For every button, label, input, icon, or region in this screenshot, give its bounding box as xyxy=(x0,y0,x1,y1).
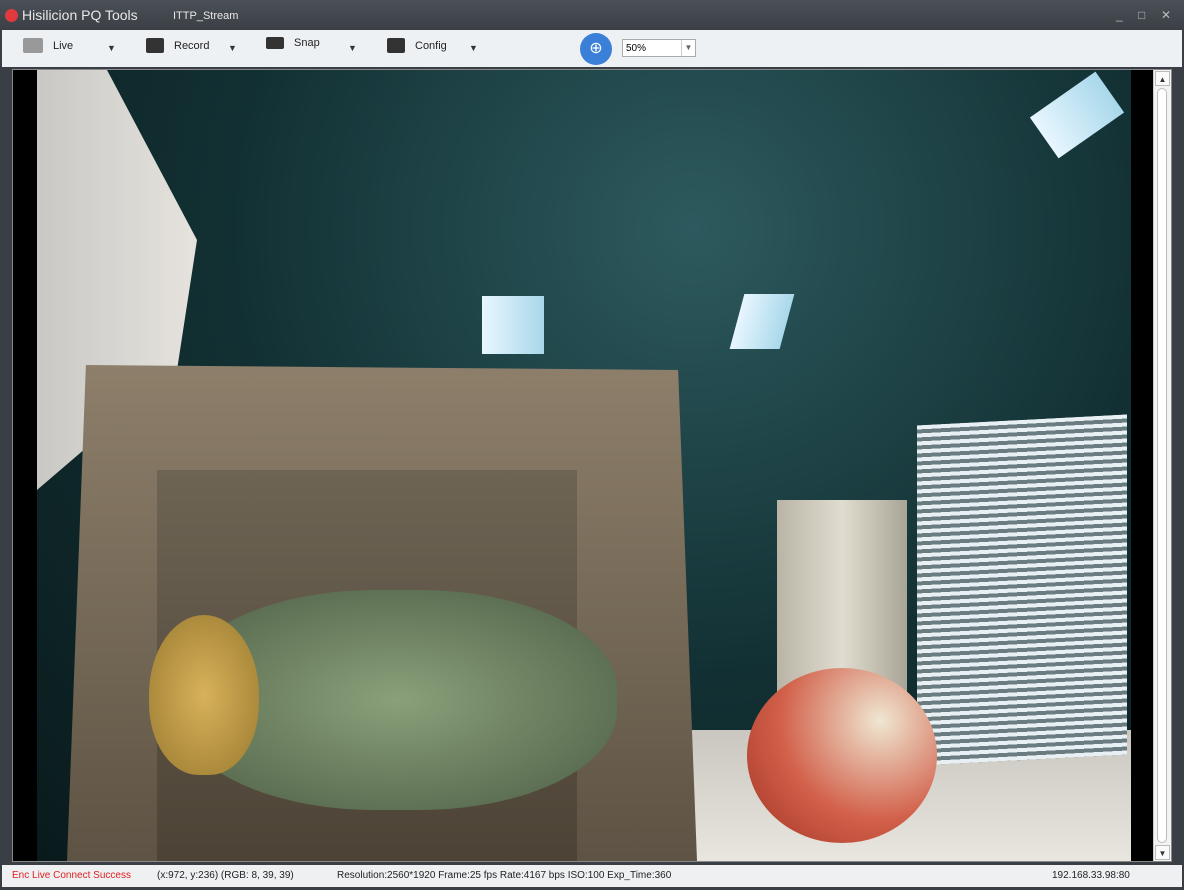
scene-led-panel xyxy=(917,414,1127,766)
title-bar: Hisilicion PQ Tools ITTP_Stream _ □ ✕ xyxy=(0,0,1184,30)
chevron-down-icon: ▼ xyxy=(681,40,695,56)
record-dropdown[interactable]: ▼ xyxy=(228,43,237,53)
toolbar: Live ▼ Record ▼ Snap ▼ Config ▼ ⊕ 50% ▼ xyxy=(2,30,1182,67)
config-icon xyxy=(387,38,405,53)
camera-frame[interactable] xyxy=(37,70,1131,861)
scrollbar-thumb[interactable] xyxy=(1157,88,1167,843)
zoom-select[interactable]: 50% ▼ xyxy=(622,39,696,57)
video-camera-icon xyxy=(266,37,284,49)
camera-icon xyxy=(146,38,164,53)
live-label: Live xyxy=(53,39,74,52)
magnifier-icon: ⊕ xyxy=(589,40,603,57)
snap-dropdown[interactable]: ▼ xyxy=(348,43,357,53)
zoom-value: 50% xyxy=(626,43,647,54)
tv-icon xyxy=(23,38,43,53)
scene-pear xyxy=(149,615,259,775)
snap-label: Snap xyxy=(294,37,320,49)
live-button[interactable]: Live xyxy=(23,38,73,53)
vertical-scrollbar[interactable]: ▲ ▼ xyxy=(1153,70,1171,861)
live-dropdown[interactable]: ▼ xyxy=(107,43,116,53)
device-address: 192.168.33.98:80 xyxy=(1052,870,1130,881)
status-bar: Enc Live Connect Success (x:972, y:236) … xyxy=(2,865,1182,887)
close-button[interactable]: ✕ xyxy=(1161,8,1171,22)
maximize-button[interactable]: □ xyxy=(1138,8,1145,22)
record-label: Record xyxy=(174,39,210,52)
config-label: Config xyxy=(415,39,447,52)
scene-light xyxy=(1029,71,1125,159)
app-title: Hisilicion PQ Tools xyxy=(22,7,138,23)
connection-status: Enc Live Connect Success xyxy=(12,870,131,881)
snap-button[interactable]: Snap xyxy=(266,37,320,49)
stream-info: Resolution:2560*1920 Frame:25 fps Rate:4… xyxy=(337,870,672,881)
scene-apple xyxy=(747,668,937,843)
record-button[interactable]: Record xyxy=(146,38,209,53)
pixel-readout: (x:972, y:236) (RGB: 8, 39, 39) xyxy=(157,870,294,881)
scene-light xyxy=(729,294,795,349)
scene-light xyxy=(482,296,544,354)
video-viewport: ▲ ▼ xyxy=(12,69,1172,862)
scroll-up-arrow-icon[interactable]: ▲ xyxy=(1155,71,1170,86)
app-logo-icon xyxy=(5,9,18,22)
scroll-down-arrow-icon[interactable]: ▼ xyxy=(1155,845,1170,860)
minimize-button[interactable]: _ xyxy=(1116,8,1123,22)
document-title: ITTP_Stream xyxy=(173,10,239,22)
config-button[interactable]: Config xyxy=(387,38,447,53)
config-dropdown[interactable]: ▼ xyxy=(469,43,478,53)
zoom-in-button[interactable]: ⊕ xyxy=(580,33,612,65)
